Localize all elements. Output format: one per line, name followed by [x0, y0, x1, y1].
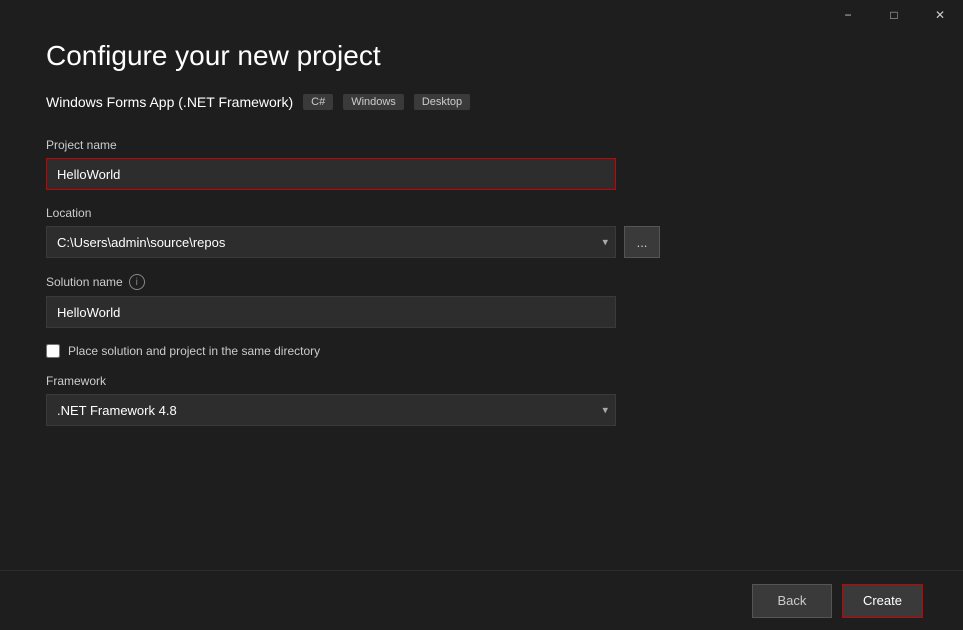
- info-icon[interactable]: i: [129, 274, 145, 290]
- solution-name-input[interactable]: [46, 296, 616, 328]
- project-name-input[interactable]: [46, 158, 616, 190]
- project-name-section: Project name: [46, 138, 917, 190]
- location-section: Location ...: [46, 206, 917, 258]
- framework-select[interactable]: .NET Framework 4.8 .NET Framework 4.7.2 …: [46, 394, 616, 426]
- location-label: Location: [46, 206, 917, 220]
- same-directory-checkbox[interactable]: [46, 344, 60, 358]
- solution-name-section: Solution name i: [46, 274, 917, 328]
- browse-button[interactable]: ...: [624, 226, 660, 258]
- tag-desktop: Desktop: [414, 94, 470, 110]
- page-title: Configure your new project: [46, 40, 917, 72]
- framework-label: Framework: [46, 374, 917, 388]
- project-type-label: Windows Forms App (.NET Framework): [46, 94, 293, 110]
- location-select-wrapper: [46, 226, 616, 258]
- close-button[interactable]: ✕: [917, 0, 963, 30]
- bottom-bar: Back Create: [0, 570, 963, 630]
- solution-name-label: Solution name i: [46, 274, 917, 290]
- main-content: Configure your new project Windows Forms…: [0, 0, 963, 482]
- maximize-button[interactable]: □: [871, 0, 917, 30]
- create-button[interactable]: Create: [842, 584, 923, 618]
- back-button[interactable]: Back: [752, 584, 832, 618]
- same-directory-label[interactable]: Place solution and project in the same d…: [68, 344, 320, 358]
- location-input[interactable]: [46, 226, 616, 258]
- location-row: ...: [46, 226, 917, 258]
- minimize-button[interactable]: −: [825, 0, 871, 30]
- titlebar: − □ ✕: [825, 0, 963, 30]
- project-type-row: Windows Forms App (.NET Framework) C# Wi…: [46, 94, 917, 110]
- framework-section: Framework .NET Framework 4.8 .NET Framew…: [46, 374, 917, 426]
- framework-select-wrapper: .NET Framework 4.8 .NET Framework 4.7.2 …: [46, 394, 616, 426]
- same-directory-row: Place solution and project in the same d…: [46, 344, 917, 358]
- tag-csharp: C#: [303, 94, 333, 110]
- project-name-label: Project name: [46, 138, 917, 152]
- tag-windows: Windows: [343, 94, 404, 110]
